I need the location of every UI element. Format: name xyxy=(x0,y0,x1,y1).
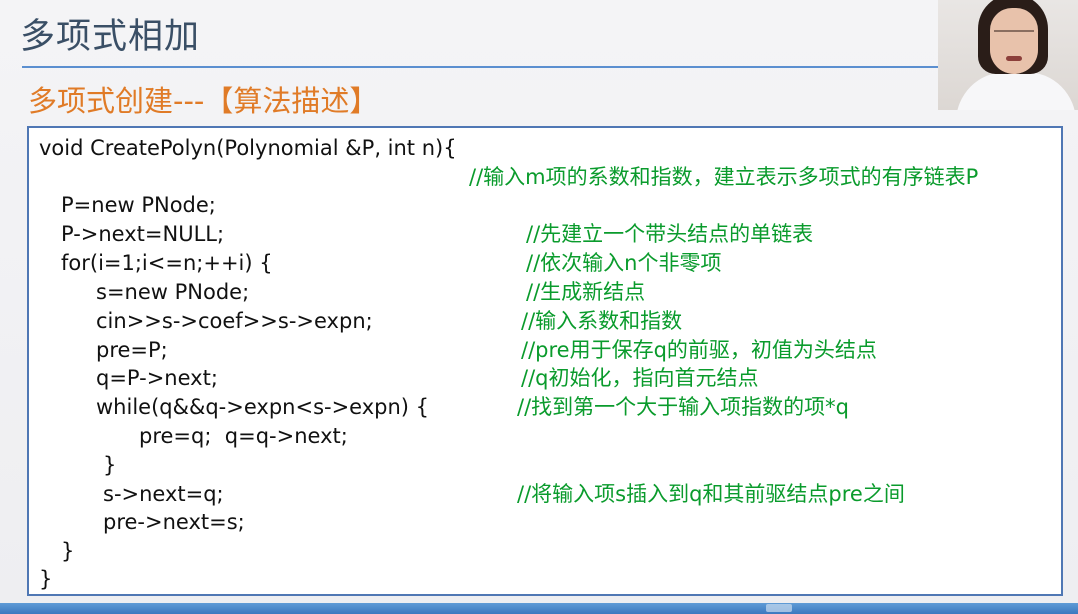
code-comment: //先建立一个带头结点的单链表 xyxy=(526,222,814,246)
code-line: s=new PNode; xyxy=(96,280,250,304)
code-box: void CreatePolyn(Polynomial &P, int n){ … xyxy=(27,126,1063,596)
code-line: cin>>s->coef>>s->expn; xyxy=(96,309,373,333)
code-comment: //依次输入n个非零项 xyxy=(526,251,722,275)
code-line: pre=q; q=q->next; xyxy=(139,424,348,448)
code-line: } xyxy=(39,567,53,591)
code-line: s->next=q; xyxy=(103,482,224,506)
bottom-bar xyxy=(0,603,1078,614)
code-comment: //pre用于保存q的前驱，初值为头结点 xyxy=(521,338,877,362)
code-comment: //q初始化，指向首元结点 xyxy=(521,366,759,390)
code-line: P->next=NULL; xyxy=(61,222,225,246)
code-line: while(q&&q->expn<s->expn) { xyxy=(96,395,430,419)
code-line: pre->next=s; xyxy=(103,510,245,534)
section-heading: 多项式创建---【算法描述】 xyxy=(28,84,379,118)
code-line: P=new PNode; xyxy=(61,193,216,217)
watermark-mark xyxy=(766,604,792,612)
code-comment: //将输入项s插入到q和其前驱结点pre之间 xyxy=(517,482,905,506)
presenter-shoulders xyxy=(956,72,1076,110)
slide-title: 多项式相加 xyxy=(20,17,201,57)
code-line: for(i=1;i<=n;++i) { xyxy=(61,251,273,275)
code-line: } xyxy=(103,453,117,477)
code-line: pre=P; xyxy=(96,338,168,362)
code-line: void CreatePolyn(Polynomial &P, int n){ xyxy=(39,136,457,160)
presenter-mouth xyxy=(1006,56,1022,61)
presenter-webcam xyxy=(938,0,1078,110)
slide: 多项式相加 多项式创建---【算法描述】 void CreatePolyn(Po… xyxy=(0,0,1078,614)
code-line: q=P->next; xyxy=(96,366,218,390)
presenter-glasses xyxy=(994,30,1034,42)
title-divider xyxy=(22,66,938,68)
code-comment: //生成新结点 xyxy=(526,280,646,304)
code-comment: //找到第一个大于输入项指数的项*q xyxy=(517,395,849,419)
code-line: } xyxy=(61,539,75,563)
code-comment: //输入系数和指数 xyxy=(521,309,683,333)
code-comment: //输入m项的系数和指数，建立表示多项式的有序链表P xyxy=(469,165,979,189)
